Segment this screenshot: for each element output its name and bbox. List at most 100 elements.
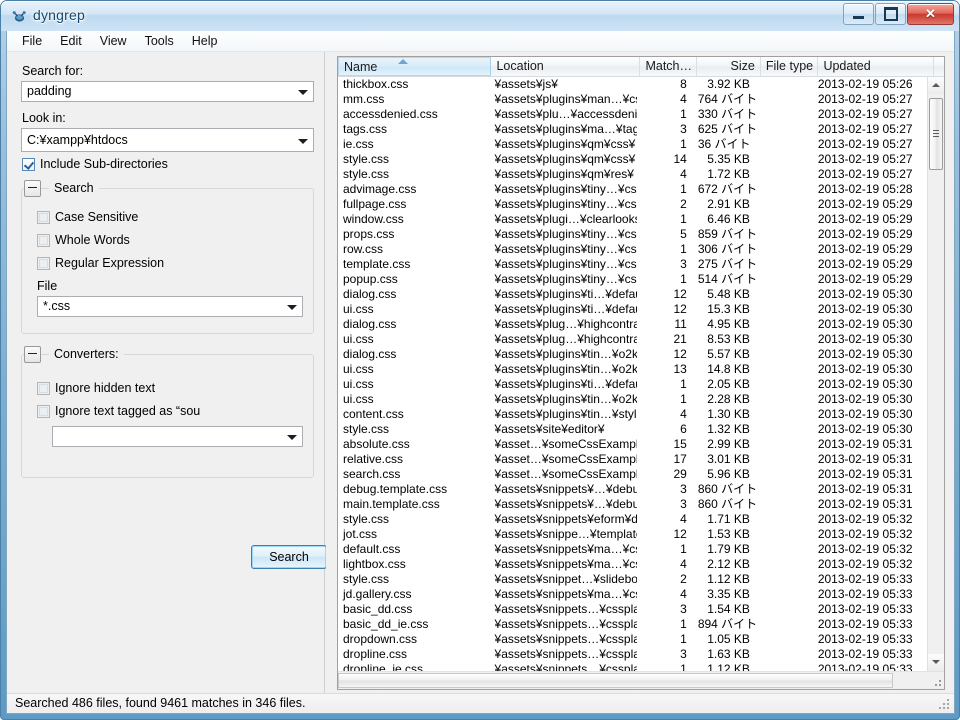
table-row[interactable]: accessdenied.css¥assets¥plu…¥accessdenie… xyxy=(338,107,927,122)
menu-item-tools[interactable]: Tools xyxy=(136,32,183,51)
table-row[interactable]: props.css¥assets¥plugins¥tiny…¥css¥5859 … xyxy=(338,227,927,242)
ignore-hidden-text-row[interactable]: Ignore hidden text xyxy=(37,381,305,395)
table-row[interactable]: content.css¥assets¥plugins¥tin…¥style¥41… xyxy=(338,407,927,422)
menu-item-file[interactable]: File xyxy=(13,32,51,51)
close-button[interactable]: ✕ xyxy=(907,3,954,25)
ignore-tagged-text-checkbox[interactable] xyxy=(37,405,50,418)
cell-match: 1 xyxy=(637,107,693,122)
table-row[interactable]: jot.css¥assets¥snippe…¥templates¥121.53 … xyxy=(338,527,927,542)
column-header-updated[interactable]: Updated xyxy=(818,57,934,76)
table-row[interactable]: fullpage.css¥assets¥plugins¥tiny…¥css¥22… xyxy=(338,197,927,212)
vertical-scrollbar-thumb[interactable] xyxy=(929,98,943,170)
table-row[interactable]: style.css¥assets¥snippets¥eform¥doc41.71… xyxy=(338,512,927,527)
table-row[interactable]: row.css¥assets¥plugins¥tiny…¥css¥1306 バイ… xyxy=(338,242,927,257)
table-row[interactable]: ui.css¥assets¥plugins¥ti…¥default¥12.05 … xyxy=(338,377,927,392)
menu-item-view[interactable]: View xyxy=(91,32,136,51)
horizontal-scrollbar-thumb[interactable] xyxy=(338,673,893,688)
table-row[interactable]: window.css¥assets¥plugi…¥clearlooks2¥16.… xyxy=(338,212,927,227)
whole-words-checkbox[interactable] xyxy=(37,234,50,247)
converter-combo[interactable] xyxy=(52,426,303,447)
case-sensitive-row[interactable]: Case Sensitive xyxy=(37,210,305,224)
table-row[interactable]: basic_dd_ie.css¥assets¥snippets…¥cssplay… xyxy=(338,617,927,632)
regular-expression-checkbox[interactable] xyxy=(37,257,50,270)
title-bar[interactable]: dyngrep ✕ xyxy=(1,1,959,31)
column-header-size[interactable]: Size xyxy=(697,57,761,76)
cell-match: 3 xyxy=(637,602,693,617)
triangle-down-icon xyxy=(932,660,940,664)
file-filter-combo[interactable]: *.css xyxy=(37,296,303,317)
minimize-button[interactable] xyxy=(843,3,874,25)
table-row[interactable]: style.css¥assets¥plugins¥qm¥css¥145.35 K… xyxy=(338,152,927,167)
table-row[interactable]: dialog.css¥assets¥plug…¥highcontrast¥114… xyxy=(338,317,927,332)
table-row[interactable]: basic_dd.css¥assets¥snippets…¥cssplay¥31… xyxy=(338,602,927,617)
table-row[interactable]: absolute.css¥asset…¥someCssExamples¥152.… xyxy=(338,437,927,452)
table-row[interactable]: ui.css¥assets¥plugins¥tin…¥o2k7¥12.28 KB… xyxy=(338,392,927,407)
table-row[interactable]: ui.css¥assets¥plug…¥highcontrast¥218.53 … xyxy=(338,332,927,347)
horizontal-scrollbar[interactable] xyxy=(338,671,944,689)
include-subdirectories-row[interactable]: Include Sub-directories xyxy=(22,157,320,171)
column-header-file-type[interactable]: File type xyxy=(761,57,819,76)
table-row[interactable]: dialog.css¥assets¥plugins¥tin…¥o2k7¥125.… xyxy=(338,347,927,362)
cell-upd: 2013-02-19 05:29 xyxy=(813,257,927,272)
column-header-location[interactable]: Location xyxy=(491,57,640,76)
cell-upd: 2013-02-19 05:31 xyxy=(813,497,927,512)
ignore-tagged-text-row[interactable]: Ignore text tagged as “sou xyxy=(37,404,305,418)
table-row[interactable]: thickbox.css¥assets¥js¥83.92 KB2013-02-1… xyxy=(338,77,927,92)
search-group-collapse-toggle[interactable] xyxy=(24,180,41,197)
case-sensitive-checkbox[interactable] xyxy=(37,211,50,224)
look-in-combo[interactable]: C:¥xampp¥htdocs xyxy=(21,128,314,152)
scroll-up-button[interactable] xyxy=(928,77,944,94)
converters-group-collapse-toggle[interactable] xyxy=(24,346,41,363)
cell-upd: 2013-02-19 05:30 xyxy=(813,287,927,302)
menu-item-edit[interactable]: Edit xyxy=(51,32,91,51)
table-row[interactable]: dropdown.css¥assets¥snippets…¥cssplay¥11… xyxy=(338,632,927,647)
table-row[interactable]: search.css¥asset…¥someCssExamples¥295.96… xyxy=(338,467,927,482)
whole-words-row[interactable]: Whole Words xyxy=(37,233,305,247)
table-row[interactable]: dialog.css¥assets¥plugins¥ti…¥default¥12… xyxy=(338,287,927,302)
table-row[interactable]: lightbox.css¥assets¥snippets¥ma…¥css¥42.… xyxy=(338,557,927,572)
table-row[interactable]: advimage.css¥assets¥plugins¥tiny…¥css¥16… xyxy=(338,182,927,197)
table-row[interactable]: popup.css¥assets¥plugins¥tiny…¥css¥1514 … xyxy=(338,272,927,287)
cell-type xyxy=(756,527,813,542)
maximize-button[interactable] xyxy=(875,3,906,25)
cell-loc: ¥assets¥snippet…¥slidebox¥ xyxy=(490,572,637,587)
table-row[interactable]: tags.css¥assets¥plugins¥ma…¥tags¥3625 バイ… xyxy=(338,122,927,137)
scroll-down-button[interactable] xyxy=(928,654,944,671)
table-row[interactable]: debug.template.css¥assets¥snippets¥…¥deb… xyxy=(338,482,927,497)
table-row[interactable]: ui.css¥assets¥plugins¥ti…¥default¥1215.3… xyxy=(338,302,927,317)
regular-expression-row[interactable]: Regular Expression xyxy=(37,256,305,270)
cell-size: 1.54 KB xyxy=(693,602,756,617)
include-subdirectories-checkbox[interactable] xyxy=(22,158,35,171)
cell-size: 2.12 KB xyxy=(693,557,756,572)
search-for-combo[interactable]: padding xyxy=(21,81,314,102)
cell-loc: ¥assets¥plugins¥tiny…¥css¥ xyxy=(490,242,637,257)
cell-match: 1 xyxy=(637,542,693,557)
status-bar: Searched 486 files, found 9461 matches i… xyxy=(7,693,954,713)
table-row[interactable]: style.css¥assets¥snippet…¥slidebox¥21.12… xyxy=(338,572,927,587)
results-listview[interactable]: Name Location Match… Size File type Upda… xyxy=(337,56,945,690)
table-row[interactable]: dropline_ie.css¥assets¥snippets…¥cssplay… xyxy=(338,662,927,671)
table-row[interactable]: ie.css¥assets¥plugins¥qm¥css¥136 バイト2013… xyxy=(338,137,927,152)
cell-upd: 2013-02-19 05:29 xyxy=(813,272,927,287)
ignore-hidden-text-checkbox[interactable] xyxy=(37,382,50,395)
cell-size: 860 バイト xyxy=(693,497,756,512)
cell-size: 860 バイト xyxy=(693,482,756,497)
vertical-scrollbar[interactable] xyxy=(927,77,944,671)
table-row[interactable]: default.css¥assets¥snippets¥ma…¥css¥11.7… xyxy=(338,542,927,557)
table-row[interactable]: mm.css¥assets¥plugins¥man…¥css¥4764 バイト2… xyxy=(338,92,927,107)
table-row[interactable]: ui.css¥assets¥plugins¥tin…¥o2k7¥1314.8 K… xyxy=(338,362,927,377)
menu-item-help[interactable]: Help xyxy=(183,32,227,51)
table-row[interactable]: relative.css¥asset…¥someCssExamples¥173.… xyxy=(338,452,927,467)
table-row[interactable]: style.css¥assets¥site¥editor¥61.32 KB201… xyxy=(338,422,927,437)
search-button[interactable]: Search xyxy=(251,545,327,569)
table-row[interactable]: template.css¥assets¥plugins¥tiny…¥css¥32… xyxy=(338,257,927,272)
column-header-name[interactable]: Name xyxy=(338,57,491,76)
table-row[interactable]: dropline.css¥assets¥snippets…¥cssplay¥31… xyxy=(338,647,927,662)
listview-rows[interactable]: thickbox.css¥assets¥js¥83.92 KB2013-02-1… xyxy=(338,77,927,671)
search-group-title: Search xyxy=(49,181,99,195)
table-row[interactable]: jd.gallery.css¥assets¥snippets¥ma…¥css¥4… xyxy=(338,587,927,602)
table-row[interactable]: style.css¥assets¥plugins¥qm¥res¥41.72 KB… xyxy=(338,167,927,182)
table-row[interactable]: main.template.css¥assets¥snippets¥…¥debu… xyxy=(338,497,927,512)
cell-upd: 2013-02-19 05:31 xyxy=(813,467,927,482)
column-header-matches[interactable]: Match… xyxy=(640,57,697,76)
